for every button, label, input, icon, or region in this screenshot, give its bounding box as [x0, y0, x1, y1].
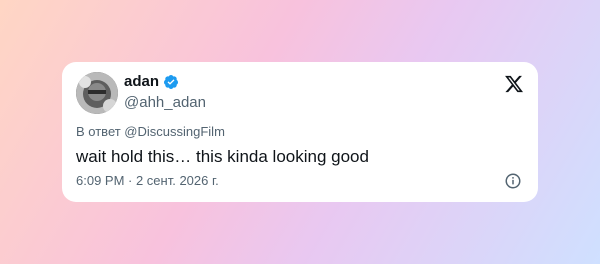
tweet-card: adan @ahh_adan В ответ @DiscussingFilm w… — [62, 62, 538, 202]
author-name[interactable]: adan — [124, 73, 159, 91]
avatar-image — [76, 72, 118, 114]
tweet-text: wait hold this… this kinda looking good — [76, 147, 369, 166]
verified-badge-icon — [164, 75, 179, 89]
author-row: adan — [124, 73, 179, 91]
x-logo-icon[interactable] — [504, 74, 524, 94]
info-icon[interactable] — [504, 172, 522, 190]
avatar[interactable] — [76, 72, 118, 114]
reply-to-label[interactable]: В ответ @DiscussingFilm — [76, 124, 225, 140]
author-handle[interactable]: @ahh_adan — [124, 94, 206, 112]
tweet-timestamp[interactable]: 6:09 PM · 2 сент. 2026 г. — [76, 173, 219, 189]
